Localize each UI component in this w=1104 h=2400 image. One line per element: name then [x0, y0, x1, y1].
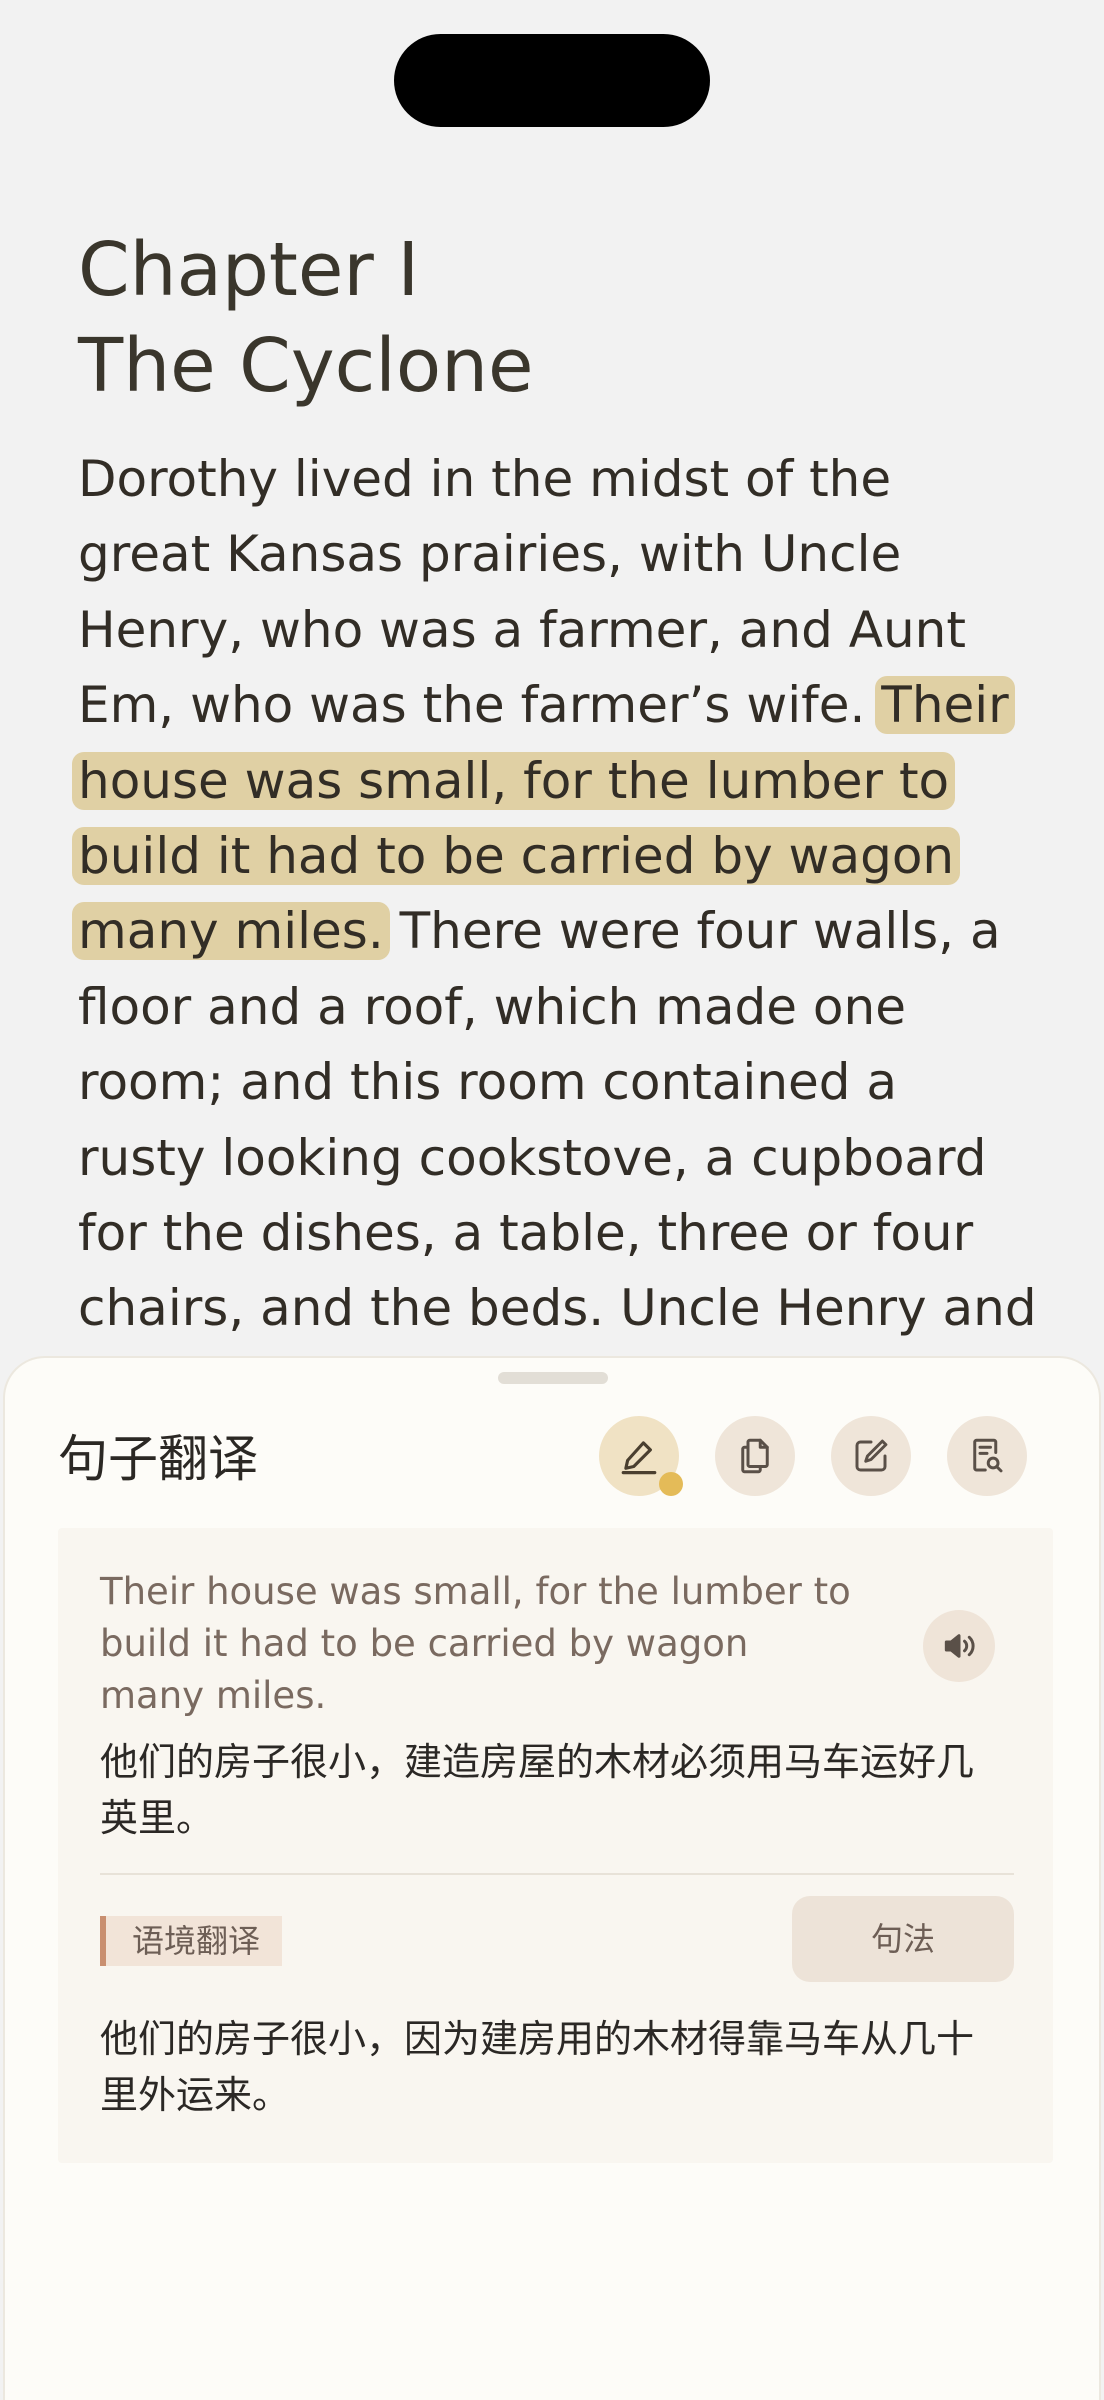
context-translation: 他们的房子很小，因为建房用的木材得靠马车从几十里外运来。	[100, 2017, 975, 2117]
chapter-paragraph[interactable]: Dorothy lived in the midst of the great …	[72, 442, 1038, 1422]
translation-card: Their house was small, for the lumber to…	[58, 1528, 1053, 2163]
reader-content: Chapter I The Cyclone Dorothy lived in t…	[72, 222, 1038, 1422]
lookup-button[interactable]	[947, 1416, 1027, 1496]
sheet-grabber[interactable]	[498, 1372, 608, 1384]
paragraph-text-before[interactable]: Dorothy lived in the midst of the great …	[78, 450, 966, 734]
sheet-title: 句子翻译	[58, 1430, 258, 1488]
search-document-icon	[973, 1438, 1003, 1473]
source-sentence: Their house was small, for the lumber to…	[100, 1570, 851, 1717]
highlight-button[interactable]	[599, 1416, 683, 1496]
translation-sheet: 句子翻译 Their house was small, for the lumb…	[3, 1356, 1101, 2400]
dynamic-island	[394, 34, 710, 127]
syntax-button[interactable]: 句法	[792, 1896, 1014, 1982]
chapter-name: The Cyclone	[78, 323, 534, 409]
active-indicator-dot	[659, 1472, 683, 1496]
divider	[100, 1873, 1014, 1875]
speaker-icon	[944, 1634, 975, 1658]
chapter-title: Chapter I The Cyclone	[78, 222, 1038, 414]
paragraph-text-after[interactable]: There were four walls, a floor and a roo…	[78, 902, 1037, 1412]
highlighter-icon	[621, 1441, 657, 1475]
literal-translation: 他们的房子很小，建造房屋的木材必须用马车运好几英里。	[100, 1740, 975, 1840]
copy-button[interactable]	[715, 1416, 795, 1496]
play-audio-button[interactable]	[923, 1610, 995, 1682]
context-translation-tag: 语境翻译	[100, 1916, 283, 1966]
edit-icon	[855, 1439, 888, 1472]
chapter-number: Chapter I	[78, 227, 420, 313]
note-button[interactable]	[831, 1416, 911, 1496]
copy-icon	[741, 1438, 769, 1474]
